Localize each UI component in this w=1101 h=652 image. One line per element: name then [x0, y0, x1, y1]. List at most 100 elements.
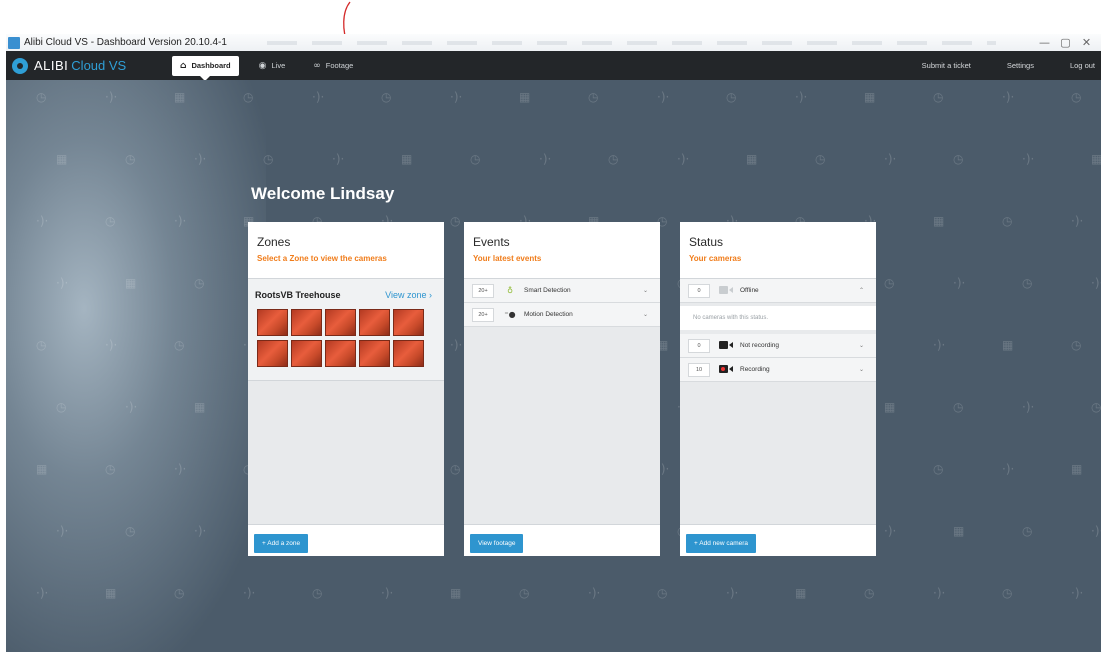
app-header: ALIBI Cloud VS ⌂ Dashboard ◉ Live ∞ Foot… — [6, 51, 1101, 81]
background-pattern-glyph: ◷ — [953, 152, 964, 166]
background-pattern-glyph: ◷ — [1071, 338, 1082, 352]
zone-name: RootsVB Treehouse — [255, 290, 341, 300]
background-pattern-glyph: ▦ — [933, 214, 945, 228]
view-zone-link[interactable]: View zone › — [385, 290, 432, 300]
main-nav: ⌂ Dashboard ◉ Live ∞ Footage — [172, 55, 373, 81]
add-zone-button[interactable]: + Add a zone — [254, 534, 309, 553]
background-pattern-glyph: ◷ — [933, 90, 944, 104]
event-label: Smart Detection — [524, 287, 571, 294]
camera-thumbnail[interactable] — [291, 340, 322, 367]
camera-thumbnail[interactable] — [359, 309, 390, 336]
chevron-down-icon[interactable]: ⌄ — [643, 311, 648, 318]
background-pattern-glyph: ·)· — [36, 586, 49, 600]
background-pattern-glyph: ·)· — [450, 338, 463, 352]
camera-thumbnail[interactable] — [325, 340, 356, 367]
status-count: 0 — [688, 338, 710, 353]
background-pattern-glyph: ·)· — [194, 524, 207, 538]
screenshot-root: Alibi Cloud VS - Dashboard Version 20.10… — [0, 0, 1101, 652]
events-title: Events — [473, 235, 510, 249]
background-pattern-glyph: ▦ — [884, 400, 896, 414]
view-zone-label: View zone — [385, 290, 427, 300]
status-subtitle: Your cameras — [689, 254, 742, 263]
chevron-down-icon[interactable]: ⌄ — [643, 287, 648, 294]
background-pattern-glyph: ·)· — [677, 152, 690, 166]
camera-thumbnail[interactable] — [257, 340, 288, 367]
background-pattern-glyph: ◷ — [36, 338, 47, 352]
eye-icon: ◉ — [258, 60, 267, 71]
background-pattern-glyph: ▦ — [1071, 462, 1083, 476]
background-pattern-glyph: ·)· — [726, 586, 739, 600]
chevron-up-icon[interactable]: ⌃ — [859, 287, 864, 294]
camera-thumbnail[interactable] — [393, 340, 424, 367]
background-pattern-glyph: ▦ — [36, 462, 48, 476]
submit-ticket-link[interactable]: Submit a ticket — [922, 61, 971, 70]
background-pattern-glyph: ◷ — [263, 152, 274, 166]
background-pattern-glyph: ·)· — [105, 90, 118, 104]
background-pattern-glyph: ◷ — [815, 152, 826, 166]
app-logo[interactable]: ALIBI Cloud VS — [12, 57, 172, 74]
background-pattern-glyph: ·)· — [795, 90, 808, 104]
background-pattern-glyph: ◷ — [470, 152, 481, 166]
status-row-offline[interactable]: 0 Offline ⌃ — [680, 279, 876, 303]
camera-thumbnail[interactable] — [291, 309, 322, 336]
background-pattern-glyph: ·)· — [56, 524, 69, 538]
background-pattern-glyph: ·)· — [933, 338, 946, 352]
background-pattern-glyph: ·)· — [36, 214, 49, 228]
minimize-button[interactable]: — — [1036, 36, 1053, 50]
home-icon: ⌂ — [180, 60, 187, 71]
nav-footage[interactable]: ∞ Footage — [305, 56, 361, 76]
zone-card[interactable]: RootsVB Treehouse View zone › — [248, 279, 444, 381]
camera-icon — [716, 340, 736, 351]
status-row-recording[interactable]: 10 Recording ⌄ — [680, 358, 876, 382]
background-pattern-glyph: ▦ — [174, 90, 186, 104]
background-pattern-glyph: ·)· — [174, 214, 187, 228]
window-titlebar: Alibi Cloud VS - Dashboard Version 20.10… — [6, 34, 1101, 51]
zones-title: Zones — [257, 235, 291, 249]
background-pattern-glyph: ·)· — [332, 152, 345, 166]
background-pattern-glyph: ·)· — [1071, 586, 1084, 600]
event-row-smart-detection[interactable]: 20+ ♁ Smart Detection ⌄ — [464, 279, 660, 303]
maximize-button[interactable]: ▢ — [1057, 36, 1074, 50]
view-footage-button[interactable]: View footage — [470, 534, 524, 553]
settings-link[interactable]: Settings — [1007, 61, 1034, 70]
motion-icon: ⁼● — [504, 310, 516, 319]
zones-panel-footer: + Add a zone — [248, 524, 444, 556]
nav-dashboard[interactable]: ⌂ Dashboard — [172, 55, 239, 81]
camera-thumbnail[interactable] — [393, 309, 424, 336]
background-pattern-glyph: ·)· — [657, 90, 670, 104]
background-pattern-glyph: ·)· — [312, 90, 325, 104]
logout-link[interactable]: Log out — [1070, 61, 1095, 70]
logo-icon — [12, 57, 28, 74]
background-pattern-glyph: ·)· — [588, 586, 601, 600]
background-pattern-glyph: ·)· — [1022, 152, 1035, 166]
background-pattern-glyph: ◷ — [884, 276, 895, 290]
background-pattern-glyph: ·)· — [1002, 90, 1015, 104]
nav-live[interactable]: ◉ Live — [251, 56, 294, 76]
background-pattern-glyph: ◷ — [588, 90, 599, 104]
background-pattern-glyph: ◷ — [450, 214, 461, 228]
chevron-down-icon[interactable]: ⌄ — [859, 342, 864, 349]
background-pattern-glyph: ▦ — [125, 276, 137, 290]
camera-thumbnail[interactable] — [257, 309, 288, 336]
background-pattern-glyph: ·)· — [884, 152, 897, 166]
background-pattern-glyph: ◷ — [125, 152, 136, 166]
app-window-icon — [8, 36, 20, 49]
camera-thumbnail[interactable] — [325, 309, 356, 336]
background-pattern-glyph: ◷ — [1071, 90, 1082, 104]
add-new-camera-button[interactable]: + Add new camera — [686, 534, 757, 553]
close-button[interactable]: ✕ — [1078, 36, 1095, 50]
background-pattern-glyph: ◷ — [1091, 400, 1101, 414]
background-pattern-glyph: ▦ — [450, 586, 462, 600]
camera-thumbnail[interactable] — [359, 340, 390, 367]
status-panel-footer: + Add new camera — [680, 524, 876, 556]
status-row-not-recording[interactable]: 0 Not recording ⌄ — [680, 334, 876, 358]
event-row-motion-detection[interactable]: 20+ ⁼● Motion Detection ⌄ — [464, 303, 660, 327]
background-pattern-glyph: ◷ — [519, 586, 530, 600]
background-pattern-glyph: ·)· — [194, 152, 207, 166]
background-pattern-glyph: ◷ — [953, 400, 964, 414]
background-pattern-glyph: ▦ — [746, 152, 758, 166]
chevron-down-icon[interactable]: ⌄ — [859, 366, 864, 373]
status-count: 0 — [688, 283, 710, 298]
events-panel-header: Events Your latest events — [464, 222, 660, 279]
background-pattern-glyph: ·)· — [125, 400, 138, 414]
